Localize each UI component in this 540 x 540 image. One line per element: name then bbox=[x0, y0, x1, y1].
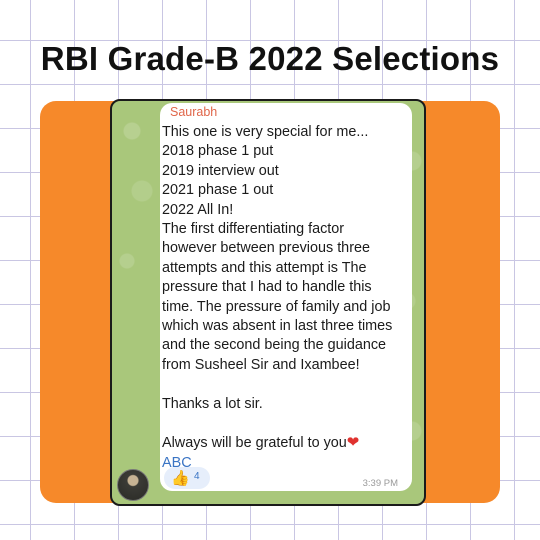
closing-text: Always will be grateful to you bbox=[162, 435, 347, 452]
thanks-line: Thanks a lot sir. bbox=[162, 395, 263, 412]
message-line: however between previous three bbox=[162, 240, 370, 257]
message-line: This one is very special for me... bbox=[162, 124, 369, 140]
message-text: This one is very special for me... 2018 … bbox=[162, 123, 412, 473]
reaction-count: 4 bbox=[194, 471, 200, 482]
message-line: 2018 phase 1 put bbox=[162, 143, 274, 160]
message-timestamp: 3:39 PM bbox=[362, 478, 398, 489]
message-line: from Susheel Sir and Ixambee! bbox=[162, 356, 360, 373]
page-title: RBI Grade-B 2022 Selections bbox=[40, 40, 500, 77]
sender-name[interactable]: Saurabh bbox=[170, 105, 217, 119]
chat-screenshot: Saurabh This one is very special for me.… bbox=[110, 99, 426, 506]
message-bubble[interactable]: Saurabh This one is very special for me.… bbox=[160, 103, 412, 491]
avatar[interactable] bbox=[117, 469, 149, 501]
reaction-badge[interactable]: 👍 4 bbox=[164, 467, 210, 489]
closing-line: Always will be grateful to you❤ bbox=[162, 433, 412, 453]
message-line: pressure that I had to handle this bbox=[162, 279, 372, 296]
thumbs-up-icon: 👍 bbox=[171, 470, 190, 487]
message-line: 2019 interview out bbox=[162, 162, 279, 179]
message-line: The first differentiating factor bbox=[162, 221, 345, 238]
heart-icon: ❤ bbox=[346, 434, 360, 452]
message-line: time. The pressure of family and job bbox=[162, 298, 391, 315]
message-line: 2022 All In! bbox=[162, 201, 234, 218]
message-line: 2021 phase 1 out bbox=[162, 182, 274, 199]
message-line: attempts and this attempt is The bbox=[162, 259, 367, 276]
message-line: which was absent in last three times bbox=[162, 318, 393, 335]
message-line: and the second being the guidance bbox=[162, 337, 387, 354]
